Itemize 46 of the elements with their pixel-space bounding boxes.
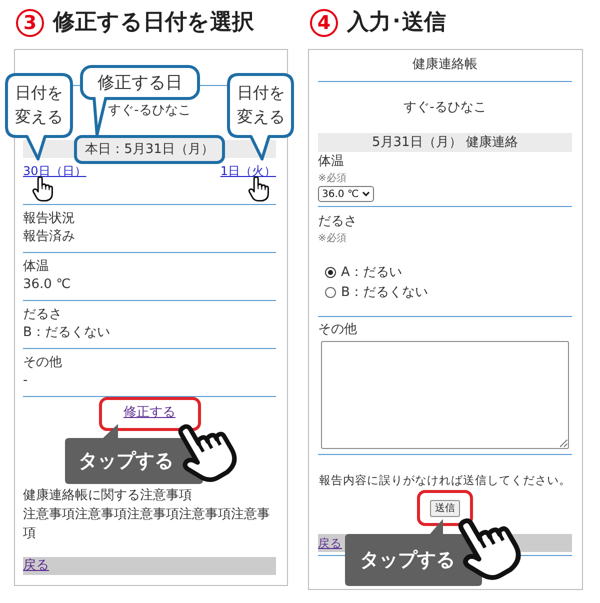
child-name: すぐ-るひなこ xyxy=(108,104,191,118)
step-heading: 修正する日付を選択 xyxy=(53,9,254,37)
callout-bubble: 修正する日 xyxy=(80,65,200,100)
callout-bubble: 日付を変える xyxy=(5,73,73,161)
notice-text: 注意事項注意事項注意事項注意事項注意事項 xyxy=(23,506,271,543)
confirm-message: 報告内容に誤りがなければ送信してください。 xyxy=(318,473,572,487)
field-label: 体温 xyxy=(23,258,50,276)
pointing-hand-icon xyxy=(31,176,54,202)
pointing-hand-icon xyxy=(247,176,270,202)
temperature-select[interactable]: 36.0 ℃ xyxy=(318,186,374,202)
edit-link[interactable]: 修正する xyxy=(124,405,176,420)
back-link[interactable]: 戻る xyxy=(318,536,342,550)
field-label: その他 xyxy=(23,354,63,372)
tapping-hand-icon xyxy=(457,518,521,580)
date-bar: 5月31日（月） 健康連絡 xyxy=(318,133,572,152)
field-label: 体温 xyxy=(318,155,345,169)
other-text-area[interactable] xyxy=(321,341,569,449)
step-number-badge: 3 xyxy=(16,9,44,37)
option-label: B：だるくない xyxy=(341,284,428,301)
field-value: 報告済み xyxy=(23,228,76,246)
required-note: ※必須 xyxy=(318,173,348,185)
callout-pointer xyxy=(91,97,107,137)
notice-heading: 健康連絡帳に関する注意事項 xyxy=(23,487,193,505)
field-label: だるさ xyxy=(23,306,63,324)
next-day-link[interactable]: 1日（火） xyxy=(220,164,276,179)
radio-button[interactable] xyxy=(325,266,336,278)
step-number-badge: 4 xyxy=(310,9,338,37)
field-value: 36.0 ℃ xyxy=(23,276,72,294)
field-value: - xyxy=(23,372,29,390)
highlighted-date: 本日：5月31日（月） xyxy=(74,134,225,164)
back-link[interactable]: 戻る xyxy=(23,558,49,573)
previous-day-link[interactable]: 30日（日） xyxy=(23,164,86,179)
tapping-hand-icon xyxy=(176,424,238,482)
option-label: A：だるい xyxy=(341,264,402,281)
field-label: その他 xyxy=(318,323,358,337)
step-heading: 入力･送信 xyxy=(347,9,446,37)
callout-bubble: 日付を変える xyxy=(227,73,294,161)
radio-button[interactable] xyxy=(325,286,336,298)
chevron-down-icon xyxy=(362,191,370,197)
field-label: 報告状況 xyxy=(23,210,76,228)
screen-title: 健康連絡帳 xyxy=(412,57,478,72)
child-name: すぐ-るひなこ xyxy=(404,101,486,115)
required-note: ※必須 xyxy=(318,233,348,245)
send-button[interactable]: 送信 xyxy=(430,500,460,517)
field-value: B：だるくない xyxy=(23,324,111,342)
field-label: だるさ xyxy=(318,215,358,229)
